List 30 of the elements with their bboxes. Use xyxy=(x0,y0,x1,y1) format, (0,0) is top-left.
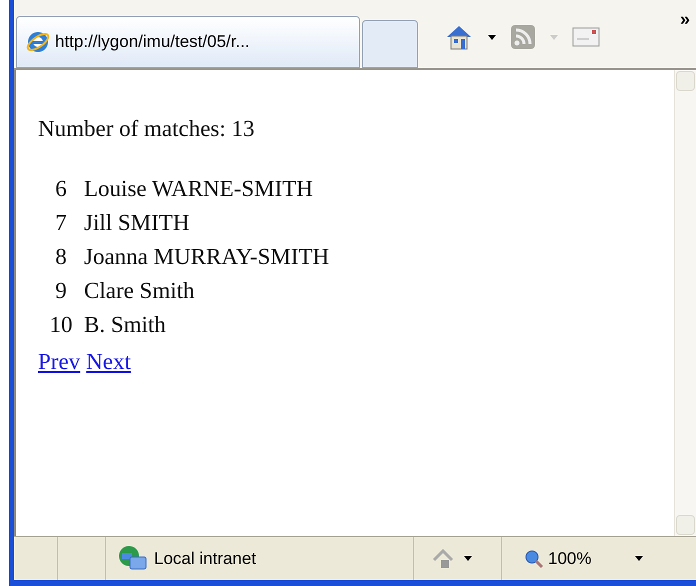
security-zone: Local intranet xyxy=(154,548,256,570)
pagination-link[interactable]: Prev xyxy=(38,344,80,379)
match-count: Number of matches: 13 xyxy=(38,115,256,143)
zoom-icon[interactable] xyxy=(524,548,544,568)
scroll-up-button[interactable] xyxy=(676,71,695,91)
result-number: 10 xyxy=(48,311,74,340)
result-number: 6 xyxy=(54,175,68,204)
scroll-down-button[interactable] xyxy=(676,515,695,535)
result-name: Clare Smith xyxy=(84,277,195,306)
vertical-scrollbar[interactable] xyxy=(674,70,696,536)
globe-e-icon xyxy=(25,29,51,55)
mail-icon[interactable] xyxy=(572,27,600,47)
feed-icon[interactable] xyxy=(510,24,536,50)
result-name: Joanna MURRAY-SMITH xyxy=(84,243,330,272)
pagination-link[interactable]: Next xyxy=(86,344,131,379)
network-globe-icon xyxy=(118,544,148,572)
tab-title: http://lygon/imu/test/05/r... xyxy=(55,31,250,54)
caret-icon[interactable] xyxy=(488,34,496,40)
result-name: Louise WARNE-SMITH xyxy=(84,175,313,204)
result-number: 8 xyxy=(54,243,68,272)
new-tab-button[interactable] xyxy=(362,20,418,68)
zoom-level[interactable]: 100% xyxy=(548,546,592,572)
result-name: Jill SMITH xyxy=(84,209,190,238)
more-tools-chevron[interactable]: » xyxy=(680,6,690,33)
browser-tab[interactable]: http://lygon/imu/test/05/r... xyxy=(16,16,360,68)
caret-icon[interactable] xyxy=(464,556,472,561)
result-number: 7 xyxy=(54,209,68,238)
result-number: 9 xyxy=(54,277,68,306)
result-name: B. Smith xyxy=(84,311,166,340)
caret-icon[interactable] xyxy=(635,556,644,561)
